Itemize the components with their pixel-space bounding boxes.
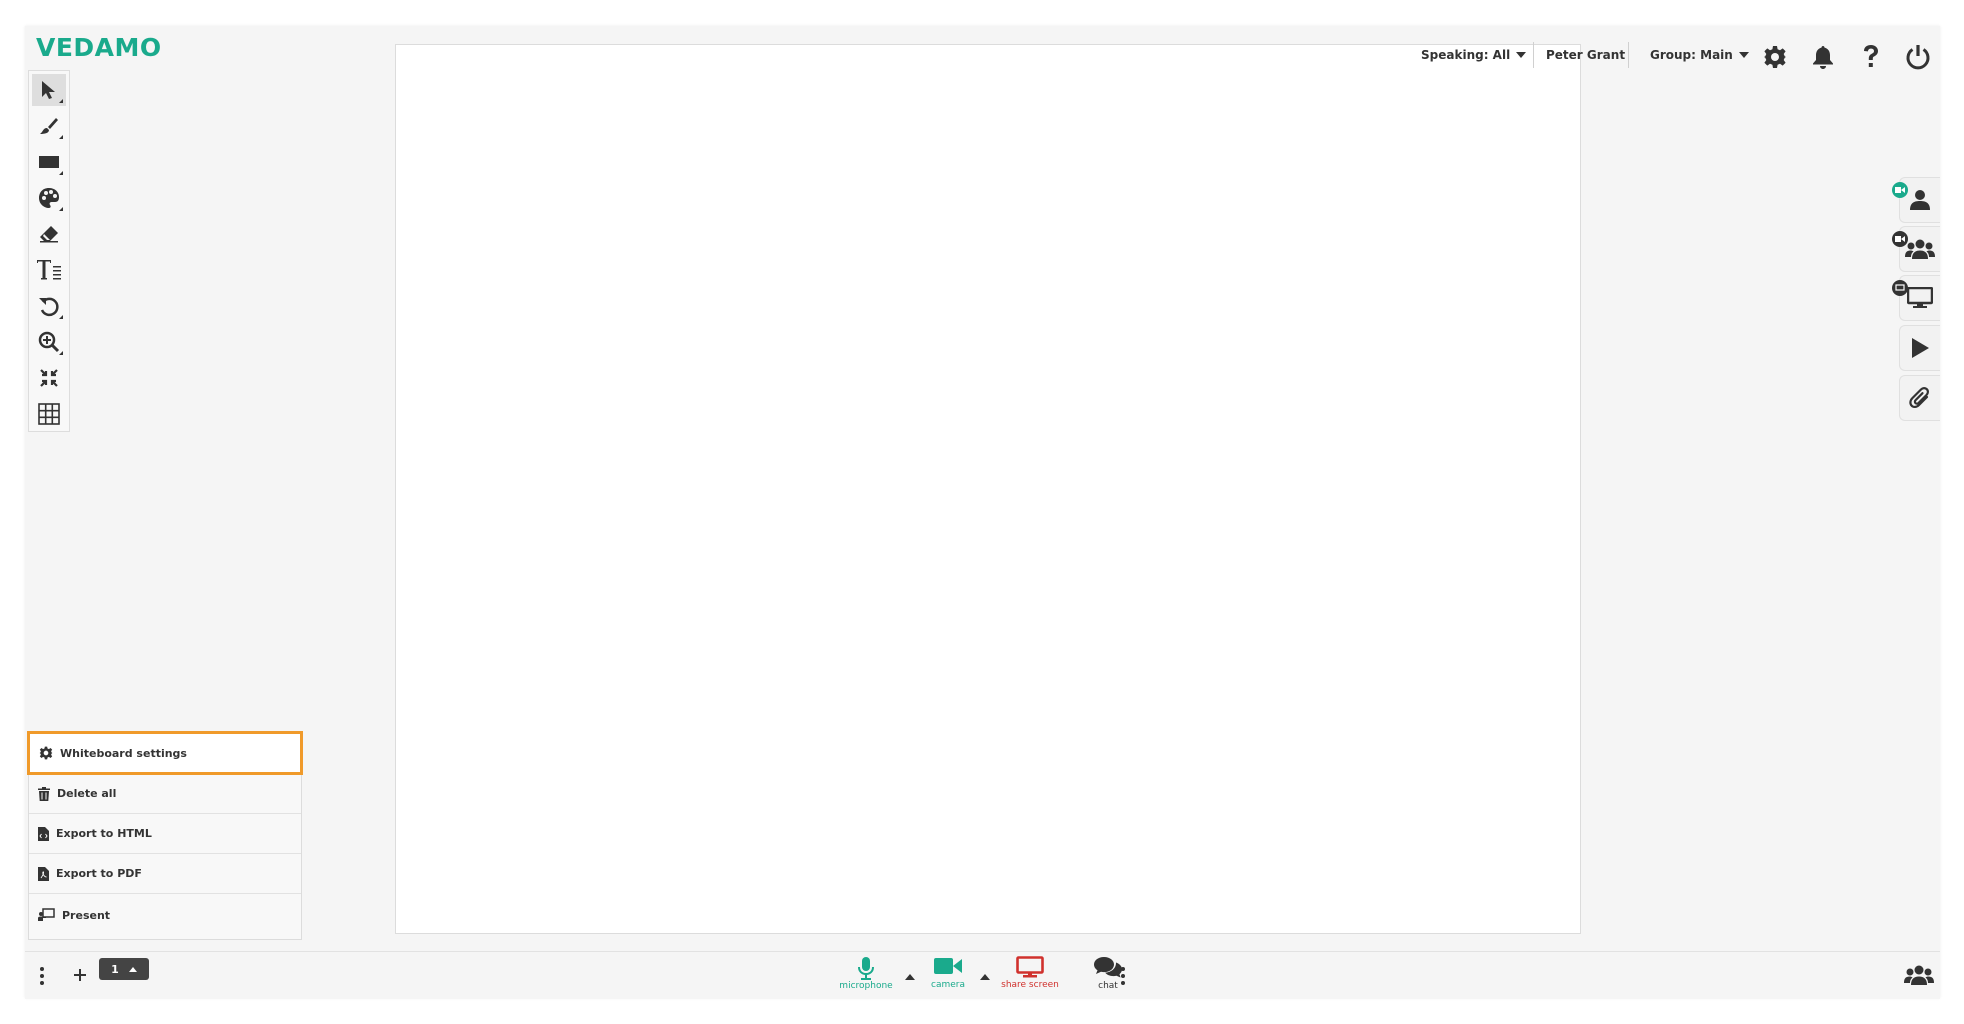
compress-icon (40, 369, 58, 387)
board-menu-button[interactable] (37, 966, 47, 986)
undo-tool[interactable] (32, 290, 66, 322)
export-html-item[interactable]: Export to HTML (29, 814, 301, 854)
pointer-icon (42, 81, 55, 99)
whiteboard-canvas[interactable] (395, 44, 1581, 934)
eraser-tool[interactable] (32, 218, 66, 250)
media-player-tab[interactable] (1899, 325, 1940, 371)
monitor-icon (1907, 287, 1933, 308)
text-tool[interactable] (32, 254, 66, 286)
microphone-icon (858, 957, 874, 980)
text-icon (37, 260, 61, 280)
shapes-tool[interactable] (32, 146, 66, 178)
trash-icon (38, 786, 50, 801)
select-tool[interactable] (32, 74, 66, 106)
users-group-icon (1904, 965, 1934, 985)
file-code-icon (38, 826, 49, 841)
undo-icon (39, 297, 59, 317)
whiteboard-toolbar (28, 70, 70, 432)
settings-button[interactable] (1760, 42, 1790, 72)
notifications-button[interactable] (1808, 42, 1838, 72)
page-number: 1 (111, 962, 119, 976)
export-pdf-item[interactable]: Export to PDF (29, 854, 301, 894)
share-screen-button[interactable]: share screen (995, 956, 1065, 990)
chat-button[interactable]: chat (1073, 956, 1143, 991)
file-pdf-icon (38, 866, 49, 881)
group-select[interactable]: Group: Main (1650, 48, 1749, 62)
users-group-icon (1905, 239, 1935, 259)
delete-all-item[interactable]: Delete all (29, 774, 301, 814)
more-vertical-icon (1121, 967, 1125, 985)
colors-tool[interactable] (32, 182, 66, 214)
camera-badge (1892, 231, 1908, 247)
participants-cameras-tab[interactable] (1892, 226, 1940, 272)
bell-icon (1813, 46, 1833, 69)
present-icon (38, 908, 55, 921)
eraser-icon (40, 226, 58, 243)
gear-icon (1764, 46, 1786, 68)
speaking-filter[interactable]: Speaking: All (1421, 48, 1527, 62)
more-options-button[interactable] (1118, 966, 1128, 986)
present-item[interactable]: Present (29, 895, 301, 935)
palette-icon (39, 188, 59, 208)
whiteboard-options-menu: Whiteboard settings Delete all Export to… (27, 731, 303, 940)
caret-up-icon (128, 966, 137, 972)
brush-icon (40, 118, 58, 134)
group-label: Group: Main (1650, 48, 1733, 62)
plus-icon (74, 969, 86, 981)
speaking-label: Speaking: All (1421, 48, 1511, 62)
leave-button[interactable] (1903, 42, 1933, 72)
participants-button[interactable] (1903, 962, 1935, 988)
share-screen-label: share screen (1001, 980, 1059, 990)
screen-share-tab[interactable] (1892, 275, 1940, 321)
chat-label: chat (1098, 981, 1118, 991)
my-camera-tab[interactable] (1892, 177, 1940, 223)
whiteboard-settings-item[interactable]: Whiteboard settings (27, 731, 303, 775)
camera-label: camera (931, 980, 965, 990)
divider (1628, 42, 1629, 68)
menu-item-label: Delete all (57, 787, 117, 800)
caret-down-icon (1738, 52, 1749, 58)
user-icon (1910, 190, 1930, 210)
caret-down-icon (1516, 52, 1527, 58)
share-screen-icon (1016, 956, 1044, 978)
bottom-bar: 1 microphone camera share screen chat (25, 951, 1940, 999)
pen-tool[interactable] (32, 110, 66, 142)
attachments-tab[interactable] (1899, 375, 1940, 421)
menu-item-label: Export to PDF (56, 867, 142, 880)
menu-item-label: Export to HTML (56, 827, 152, 840)
screen-badge (1892, 280, 1908, 296)
rectangle-icon (39, 156, 59, 168)
camera-button[interactable]: camera (913, 956, 983, 990)
camera-options-caret[interactable] (980, 974, 990, 980)
camera-icon (934, 958, 962, 974)
camera-badge (1892, 182, 1908, 198)
help-button[interactable] (1856, 42, 1886, 72)
vedamo-logo: VEDAMO (36, 33, 162, 62)
menu-item-label: Whiteboard settings (60, 746, 187, 760)
gear-icon (39, 746, 53, 760)
play-icon (1912, 338, 1929, 358)
microphone-button[interactable]: microphone (831, 956, 901, 991)
grid-icon (38, 403, 60, 425)
menu-item-label: Present (62, 908, 111, 922)
user-name: Peter Grant (1546, 48, 1626, 62)
page-selector[interactable]: 1 (99, 958, 149, 980)
microphone-label: microphone (839, 981, 893, 991)
zoom-in-icon (38, 331, 60, 353)
zoom-tool[interactable] (32, 326, 66, 358)
power-icon (1906, 45, 1930, 70)
paperclip-icon (1909, 387, 1929, 409)
add-page-button[interactable] (69, 964, 91, 986)
app-window: VEDAMO Speaking: All Peter Grant Group: … (25, 26, 1940, 999)
more-vertical-icon (40, 967, 44, 985)
grid-tool[interactable] (32, 398, 66, 430)
help-icon (1864, 45, 1878, 67)
divider (1533, 42, 1534, 68)
fit-tool[interactable] (32, 362, 66, 394)
